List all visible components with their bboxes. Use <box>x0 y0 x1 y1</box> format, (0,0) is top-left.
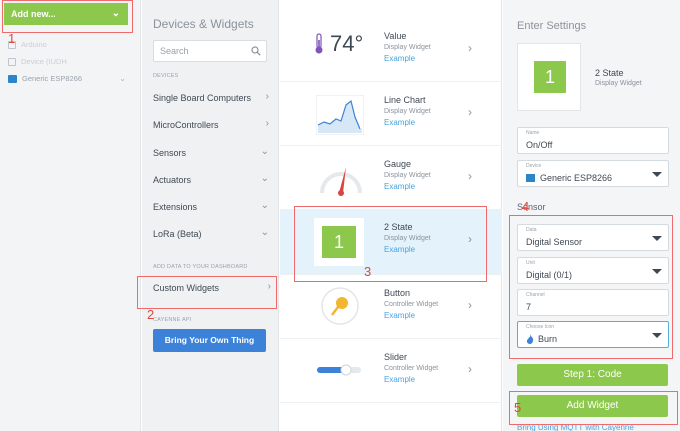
panel-title: Devices & Widgets <box>153 17 254 31</box>
widget-type: Display Widget <box>384 44 431 51</box>
preview-type: Display Widget <box>595 80 642 87</box>
board-icon <box>8 74 17 83</box>
device-item-esp8266[interactable]: Generic ESP8266 ⌄ <box>8 72 132 85</box>
chevron-right-icon: › <box>468 362 472 376</box>
devices-section-label: DEVICES <box>153 73 179 79</box>
annotation-box-2 <box>137 276 277 309</box>
annotation-box-1 <box>2 0 133 33</box>
example-link[interactable]: Example <box>384 54 415 63</box>
caret-down-icon <box>652 172 662 177</box>
chevron-right-icon: › <box>468 105 472 119</box>
gauge-preview <box>320 167 362 196</box>
example-link[interactable]: Example <box>384 375 415 384</box>
widget-type: Display Widget <box>384 172 431 179</box>
category-label: Single Board Computers <box>153 93 252 103</box>
category-label: Actuators <box>153 175 192 185</box>
chevron-right-icon: › <box>265 91 269 102</box>
widget-title: Gauge <box>384 159 412 169</box>
line-chart-preview <box>316 95 364 135</box>
widget-line-chart[interactable]: Line Chart Display Widget Example › <box>280 83 502 146</box>
category-label: Extensions <box>153 202 198 212</box>
chevron-right-icon: › <box>468 298 472 312</box>
widget-type: Controller Widget <box>384 365 439 372</box>
board-icon <box>526 174 535 182</box>
name-field[interactable]: Name On/Off <box>517 127 669 154</box>
widget-title: Button <box>384 288 411 298</box>
widget-title: Value <box>384 31 407 41</box>
preview-value: 1 <box>534 61 566 93</box>
widget-title: Line Chart <box>384 95 426 105</box>
byot-section-label: CAYENNE API <box>153 317 192 323</box>
category-microcontrollers[interactable]: MicroControllers › <box>153 117 269 133</box>
widget-type: Controller Widget <box>384 301 439 308</box>
example-link[interactable]: Example <box>384 311 415 320</box>
step-1-code-button[interactable]: Step 1: Code <box>517 364 668 386</box>
device-list: Arduino Device (IUDH Generic ESP8266 ⌄ <box>8 38 132 89</box>
annotation-box-3 <box>294 206 487 282</box>
search-input[interactable] <box>154 41 244 61</box>
device-label: Generic ESP8266 <box>22 74 83 83</box>
value-preview: 74° <box>314 31 363 57</box>
category-single-board-computers[interactable]: Single Board Computers › <box>153 90 269 106</box>
left-sidebar: Add new... ⌄ Arduino Device (IUDH Generi… <box>0 0 141 431</box>
annotation-number-3: 3 <box>364 264 372 279</box>
bring-your-own-thing-button[interactable]: Bring Your Own Thing <box>153 329 266 352</box>
dashboard-section-label: ADD DATA TO YOUR DASHBOARD <box>153 264 248 270</box>
chevron-down-icon: ⌄ <box>260 227 269 238</box>
field-value: Generic ESP8266 <box>526 173 612 183</box>
widget-preview-card: 1 <box>517 43 581 111</box>
button-preview <box>321 287 359 325</box>
field-label: Name <box>526 130 540 136</box>
chevron-down-icon: ⌄ <box>260 173 269 184</box>
example-link[interactable]: Example <box>384 182 415 191</box>
chevron-right-icon: › <box>468 41 472 55</box>
annotation-box-5 <box>509 391 678 425</box>
category-label: LoRa (Beta) <box>153 229 202 239</box>
search-box[interactable] <box>153 40 267 62</box>
device-label: Device (IUDH <box>21 57 67 66</box>
chevron-down-icon: ⌄ <box>260 146 269 157</box>
category-lora[interactable]: LoRa (Beta) ⌄ <box>153 226 269 242</box>
widget-gauge[interactable]: Gauge Display Widget Example › <box>280 147 502 210</box>
device-item-device[interactable]: Device (IUDH <box>8 55 132 68</box>
annotation-number-2: 2 <box>147 307 155 322</box>
devices-widgets-panel: Devices & Widgets DEVICES Single Board C… <box>142 0 279 431</box>
device-item-arduino[interactable]: Arduino <box>8 38 132 51</box>
widget-slider[interactable]: Slider Controller Widget Example › <box>280 340 502 403</box>
search-icon <box>251 46 261 56</box>
chevron-down-icon: ⌄ <box>119 74 126 83</box>
slider-preview <box>317 364 361 376</box>
field-label: Device <box>526 163 542 169</box>
annotation-number-5: 5 <box>514 400 522 415</box>
widget-value[interactable]: 74° Value Display Widget Example › <box>280 19 502 82</box>
widget-button[interactable]: Button Controller Widget Example › <box>280 276 502 339</box>
category-label: Sensors <box>153 148 187 158</box>
category-sensors[interactable]: Sensors ⌄ <box>153 145 269 161</box>
device-label: Arduino <box>21 40 47 49</box>
device-icon <box>8 57 16 66</box>
preview-title: 2 State <box>595 68 624 78</box>
widget-title: Slider <box>384 352 408 362</box>
category-label: MicroControllers <box>153 120 219 130</box>
category-actuators[interactable]: Actuators ⌄ <box>153 172 269 188</box>
category-extensions[interactable]: Extensions ⌄ <box>153 199 269 215</box>
device-value-text: Generic ESP8266 <box>540 173 613 183</box>
chevron-right-icon: › <box>265 118 269 129</box>
annotation-number-4: 4 <box>522 199 530 214</box>
example-link[interactable]: Example <box>384 118 415 127</box>
settings-title: Enter Settings <box>517 20 587 32</box>
chevron-right-icon: › <box>468 169 472 183</box>
device-select[interactable]: Device Generic ESP8266 <box>517 160 669 187</box>
annotation-number-1: 1 <box>8 31 16 46</box>
value-preview-text: 74° <box>330 31 364 56</box>
widget-type: Display Widget <box>384 108 431 115</box>
chevron-down-icon: ⌄ <box>260 200 269 211</box>
annotation-box-4 <box>509 215 673 359</box>
thermometer-icon <box>315 33 323 54</box>
field-value: On/Off <box>526 140 553 150</box>
